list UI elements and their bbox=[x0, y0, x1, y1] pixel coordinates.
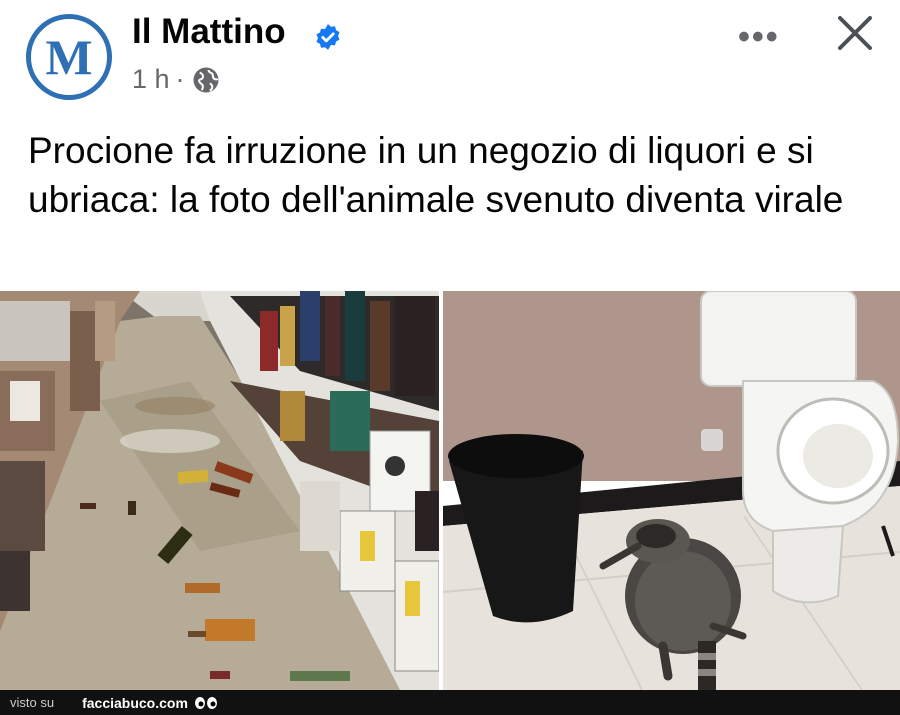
post-time[interactable]: 1 h bbox=[132, 64, 170, 95]
more-options-icon[interactable]: ••• bbox=[738, 18, 780, 57]
avatar-logo: M bbox=[45, 29, 93, 85]
raccoon-restroom-photo[interactable] bbox=[443, 291, 900, 690]
page-name-link[interactable]: Il Mattino bbox=[132, 12, 286, 52]
watermark-bar: visto su facciabuco.com bbox=[0, 690, 900, 715]
verified-badge-icon bbox=[316, 24, 340, 50]
post-photos[interactable] bbox=[0, 291, 900, 690]
watermark-site[interactable]: facciabuco.com bbox=[82, 695, 188, 711]
watermark-prefix: visto su bbox=[10, 695, 55, 710]
post-meta: 1 h · bbox=[132, 64, 221, 95]
close-icon[interactable] bbox=[834, 12, 876, 54]
page-avatar[interactable]: M bbox=[26, 14, 112, 100]
globe-icon bbox=[193, 67, 219, 92]
post-header: M Il Mattino 1 h · ••• bbox=[0, 0, 900, 115]
post-text: Procione fa irruzione in un negozio di l… bbox=[28, 130, 844, 220]
meta-separator: · bbox=[175, 64, 185, 94]
eyes-icon bbox=[194, 696, 217, 709]
liquor-store-photo[interactable] bbox=[0, 291, 439, 690]
